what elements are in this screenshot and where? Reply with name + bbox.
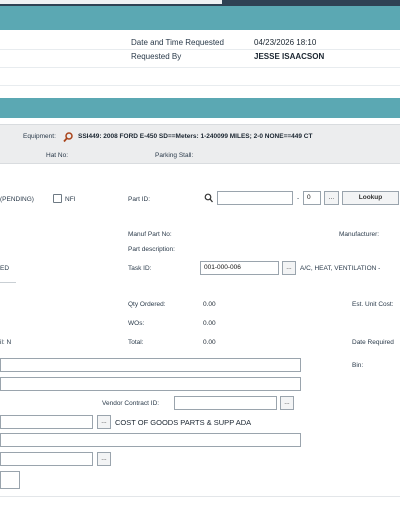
nfi-label: NFI (65, 196, 76, 203)
datetime-requested-value: 04/23/2026 18:10 (254, 38, 317, 47)
manufacturer-label: Manufacturer: (339, 231, 380, 238)
part-id-label: Part ID: (128, 196, 151, 203)
part-search-icon[interactable] (204, 190, 213, 208)
wos-label: WOs: (128, 320, 145, 327)
vendor-contract-label: Vendor Contract ID: (102, 400, 160, 407)
left-fragment-ed: ED (0, 265, 10, 272)
est-unit-cost-label: Est. Unit Cost: (352, 301, 394, 308)
parking-stall-label: Parking Stall: (155, 152, 194, 159)
account-description: COST OF GOODS PARTS & SUPP ADA (115, 418, 252, 427)
info-divider (0, 49, 400, 50)
task-id-label: Task ID: (128, 265, 152, 272)
top-strip-highlight (0, 0, 222, 4)
text-field-2[interactable] (0, 377, 301, 391)
section-header-bar (0, 6, 400, 30)
vendor-contract-browse-button[interactable]: ... (280, 396, 294, 410)
wos-value: 0.00 (203, 320, 216, 327)
nfi-checkbox[interactable] (53, 194, 62, 203)
search-icon[interactable] (63, 130, 73, 148)
account-browse-button[interactable]: ... (97, 415, 111, 429)
total-label: Total: (128, 339, 144, 346)
part-suffix-input[interactable]: 0 (303, 191, 321, 205)
status-text: (PENDING) (0, 196, 34, 203)
equipment-bar: Equipment: SSI449: 2008 FORD E-450 SD==M… (0, 124, 400, 164)
task-id-input[interactable]: 001-000-006 (200, 261, 279, 275)
part-id-input[interactable] (217, 191, 293, 205)
account-input[interactable] (0, 415, 93, 429)
qty-ordered-label: Qty Ordered: (128, 301, 166, 308)
bin-label: Bin: (352, 362, 364, 369)
left-divider (0, 282, 16, 283)
info-divider (0, 67, 400, 68)
qty-ordered-value: 0.00 (203, 301, 216, 308)
form-bottom-divider (0, 496, 400, 497)
field-4-browse-button[interactable]: ... (97, 452, 111, 466)
manuf-part-no-label: Manuf Part No: (128, 231, 172, 238)
left-fragment-il: il: N (0, 339, 12, 346)
task-browse-button[interactable]: ... (282, 261, 296, 275)
info-divider (0, 85, 400, 86)
requested-by-value: JESSE ISAACSON (254, 52, 325, 61)
text-field-4[interactable] (0, 452, 93, 466)
text-field-1[interactable] (0, 358, 301, 372)
text-field-5[interactable] (0, 471, 20, 489)
datetime-requested-label: Date and Time Requested (131, 38, 224, 47)
section-header-bar-2 (0, 98, 400, 118)
date-required-label: Date Required (352, 339, 394, 346)
equipment-value: SSI449: 2008 FORD E-450 SD==Meters: 1-24… (78, 133, 313, 140)
part-suffix-separator: - (297, 195, 300, 202)
task-description: A/C, HEAT, VENTILATION - (300, 265, 381, 272)
total-value: 0.00 (203, 339, 216, 346)
vendor-contract-input[interactable] (174, 396, 277, 410)
text-field-3[interactable] (0, 433, 301, 447)
lookup-button[interactable]: Lookup (342, 191, 399, 205)
equipment-label: Equipment: (23, 133, 56, 140)
request-info-panel: Date and Time Requested 04/23/2026 18:10… (0, 30, 400, 92)
requested-by-label: Requested By (131, 52, 182, 61)
part-browse-button[interactable]: ... (324, 191, 339, 205)
part-description-label: Part description: (128, 246, 175, 253)
hat-no-label: Hat No: (46, 152, 69, 159)
